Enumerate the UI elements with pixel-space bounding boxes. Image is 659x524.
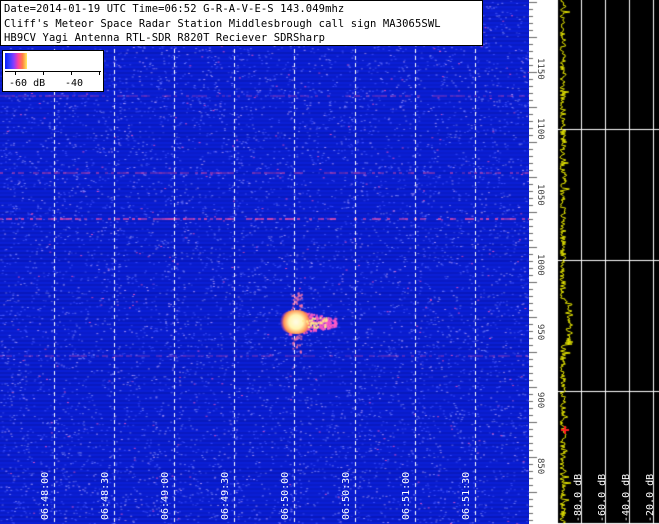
legend-low-label: -60 dB <box>9 78 46 89</box>
header-line-station: Cliff's Meteor Space Radar Station Middl… <box>4 17 441 30</box>
db-label: -80.0 dB <box>573 473 584 522</box>
color-scale-bar <box>5 53 27 69</box>
color-scale-legend: -60 dB -40 <box>2 50 104 92</box>
time-label: 06:48:00 <box>40 471 51 520</box>
frequency-label: 950 <box>535 324 545 341</box>
time-label: 06:50:00 <box>280 471 291 520</box>
db-label: -40.0 dB <box>621 473 632 522</box>
scale-line <box>5 71 101 72</box>
legend-high-label: -40 <box>65 78 84 89</box>
time-label: 06:51:30 <box>461 471 472 520</box>
scale-tick <box>99 71 100 75</box>
time-label: 06:49:30 <box>220 471 231 520</box>
frequency-label: 900 <box>535 392 545 409</box>
frequency-label: 1150 <box>535 58 545 80</box>
db-label: -60.0 dB <box>597 473 608 522</box>
frequency-label: 1000 <box>535 254 545 276</box>
time-label: 06:49:00 <box>160 471 171 520</box>
scale-tick <box>71 71 72 75</box>
frequency-label: 850 <box>535 458 545 475</box>
frequency-label: 1050 <box>535 184 545 206</box>
header-line-date: Date=2014-01-19 UTC Time=06:52 G-R-A-V-E… <box>4 3 345 15</box>
scale-tick <box>15 71 16 75</box>
header-line-equipment: HB9CV Yagi Antenna RTL-SDR R820T Recieve… <box>4 32 326 44</box>
station-info-box: Date=2014-01-19 UTC Time=06:52 G-R-A-V-E… <box>0 0 483 46</box>
time-label: 06:48:30 <box>100 471 111 520</box>
time-label: 06:51:00 <box>401 471 412 520</box>
spectrum-plot[interactable] <box>557 0 659 524</box>
scale-tick <box>43 71 44 75</box>
frequency-label: 1100 <box>535 118 545 140</box>
time-label: 06:50:30 <box>341 471 352 520</box>
db-label: -20.0 dB <box>645 473 656 522</box>
